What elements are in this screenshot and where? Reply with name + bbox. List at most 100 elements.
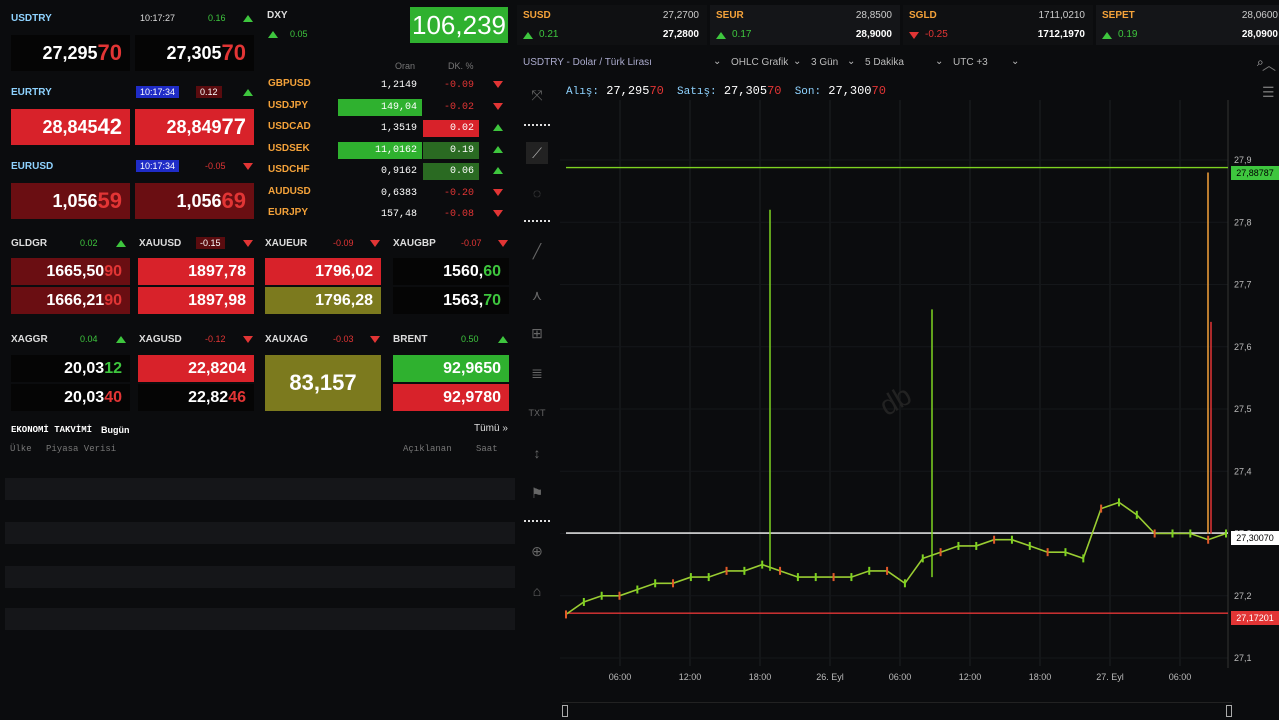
gldgr-label[interactable]: GLDGR [11, 238, 47, 249]
xauusd-change: -0.15 [196, 237, 225, 249]
grid-tool-icon[interactable]: ⊞ [526, 322, 548, 344]
top-quote-sgld[interactable]: SGLD 1711,0210 -0.25 1712,1970 [903, 5, 1093, 45]
menu-icon[interactable]: ☰ [1262, 84, 1275, 101]
gldgr-bid[interactable]: 1665,50 90 [11, 258, 130, 285]
xaugbp-label[interactable]: XAUGBP [393, 238, 436, 249]
scroll-handle-left[interactable] [562, 705, 568, 717]
xaueur-ask[interactable]: 1796,28 [265, 287, 381, 314]
quote-name: SEUR [716, 10, 744, 21]
calendar-all-link[interactable]: Tümü » [474, 423, 508, 434]
usdtry-bid[interactable]: 27,295 70 [11, 35, 130, 71]
fx-row-gbpusd[interactable]: GBPUSD 1,2149 -0.09 [265, 74, 511, 95]
scroll-up-icon[interactable]: ︿ [1262, 55, 1276, 75]
folder-icon[interactable]: ⌂ [526, 580, 548, 602]
xaueur-label[interactable]: XAUEUR [265, 238, 307, 249]
interval-select[interactable]: 5 Dakika [865, 57, 904, 68]
eurtry-ask[interactable]: 28,849 77 [135, 109, 254, 145]
flag-tool-icon[interactable]: ⚑ [526, 482, 548, 504]
eurusd-label[interactable]: EURUSD [11, 161, 53, 172]
xaugbp-bid[interactable]: 1560, 60 [393, 258, 509, 285]
scroll-handle-right[interactable] [1226, 705, 1232, 717]
xaugbp-ask[interactable]: 1563, 70 [393, 287, 509, 314]
chevron-down-icon[interactable]: ⌄ [793, 56, 801, 67]
y-tick-label: 27,8 [1234, 217, 1252, 227]
up-arrow-icon [243, 15, 253, 22]
x-tick-label: 18:00 [1029, 672, 1052, 682]
xaggr-ask[interactable]: 20,03 40 [11, 384, 130, 411]
chart-scrollbar[interactable] [562, 702, 1232, 718]
usdtry-label[interactable]: USDTRY [11, 13, 52, 24]
text-tool-icon[interactable]: TXT [526, 402, 548, 424]
chevron-down-icon[interactable]: ⌄ [935, 56, 943, 67]
fx-rate: 1,3519 [380, 123, 417, 134]
gldgr-bid-tail: 90 [104, 262, 122, 280]
top-quote-susd[interactable]: SUSD 27,2700 0.21 27,2800 [517, 5, 707, 45]
eurtry-time: 10:17:34 [136, 86, 180, 98]
symbol-select[interactable]: USDTRY - Dolar / Türk Lirası [523, 57, 652, 68]
brent-bid[interactable]: 92,9650 [393, 355, 509, 382]
eurusd-bid-main: 1,056 [52, 190, 98, 211]
xauxag-label[interactable]: XAUXAG [265, 334, 308, 345]
fx-rate: 149,04 [338, 98, 422, 116]
dxy-change: 0.05 [290, 29, 308, 39]
eurtry-change: 0.12 [196, 86, 222, 98]
fx-change: 0.06 [423, 163, 479, 180]
xauusd-label[interactable]: XAUUSD [139, 238, 181, 249]
chart-type-select[interactable]: OHLC Grafik [731, 57, 788, 68]
fx-row-usdjpy[interactable]: USDJPY 149,04 -0.02 [265, 96, 511, 117]
fx-row-audusd[interactable]: AUDUSD 0,6383 -0.20 [265, 182, 511, 203]
top-quote-sepet[interactable]: SEPET 28,0600 0.19 28,0900 [1096, 5, 1279, 45]
xaueur-bid[interactable]: 1796,02 [265, 258, 381, 285]
fx-row-eurjpy[interactable]: EURJPY 157,48 -0.08 [265, 203, 511, 224]
eurusd-ask[interactable]: 1,056 69 [135, 183, 254, 219]
eurusd-bid-tail: 59 [97, 188, 122, 213]
dxy-value[interactable]: 106,239 [410, 7, 508, 43]
xaggr-label[interactable]: XAGGR [11, 334, 48, 345]
chevron-down-icon[interactable]: ⌄ [847, 56, 855, 67]
chart-toolbar: USDTRY - Dolar / Türk Lirası ⌄ OHLC Graf… [517, 50, 1279, 76]
y-tick-label: 27,7 [1234, 280, 1252, 290]
dxy-label[interactable]: DXY [267, 10, 288, 21]
top-quote-seur[interactable]: SEUR 28,8500 0.17 28,9000 [710, 5, 900, 45]
usdtry-ask[interactable]: 27,305 70 [135, 35, 254, 71]
timezone-select[interactable]: UTC +3 [953, 57, 988, 68]
fib-tool-icon[interactable]: ≣ [526, 362, 548, 384]
fx-rate: 0,9162 [380, 166, 417, 177]
fx-row-usdcad[interactable]: USDCAD 1,3519 0.02 [265, 117, 511, 138]
price-chart[interactable]: 06:00 12:00 18:00 26. Eyl 06:00 12:00 18:00 27.… [560, 100, 1279, 720]
crosshair-icon[interactable]: ⤧ [526, 84, 548, 106]
xauxag-value[interactable]: 83,157 [265, 355, 381, 411]
xagusd-bid[interactable]: 22,8204 [138, 355, 254, 382]
quote-change: -0.25 [925, 29, 948, 40]
divider [524, 220, 550, 222]
y-tick-label: 27,1 [1234, 653, 1252, 663]
y-tick-label: 27,6 [1234, 342, 1252, 352]
chevron-down-icon[interactable]: ⌄ [713, 56, 721, 67]
fx-name: AUDUSD [268, 185, 311, 197]
fx-change: 0.02 [423, 120, 479, 137]
gldgr-ask[interactable]: 1666,21 90 [11, 287, 130, 314]
fork-tool-icon[interactable]: ⋏ [526, 284, 548, 306]
xauusd-bid[interactable]: 1897,78 [138, 258, 254, 285]
xaggr-bid[interactable]: 20,03 12 [11, 355, 130, 382]
brent-label[interactable]: BRENT [393, 334, 427, 345]
zoom-icon[interactable]: ⊕ [526, 540, 548, 562]
hide-icon[interactable]: ◌ [526, 182, 548, 204]
measure-tool-icon[interactable]: ↕ [526, 442, 548, 464]
calendar-col-time: Saat [476, 444, 498, 454]
xagusd-ask[interactable]: 22,82 46 [138, 384, 254, 411]
fx-row-usdchf[interactable]: USDCHF 0,9162 0.06 [265, 160, 511, 181]
eurtry-label[interactable]: EURTRY [11, 87, 52, 98]
trend-icon[interactable]: ⟋ [526, 142, 548, 164]
fx-row-usdsek[interactable]: USDSEK 11,0162 0.19 [265, 139, 511, 160]
chevron-down-icon[interactable]: ⌄ [1011, 56, 1019, 67]
eurtry-bid[interactable]: 28,845 42 [11, 109, 130, 145]
brent-ask[interactable]: 92,9780 [393, 384, 509, 411]
line-tool-icon[interactable]: ╱ [526, 240, 548, 262]
xagusd-label[interactable]: XAGUSD [139, 334, 182, 345]
period-select[interactable]: 3 Gün [811, 57, 838, 68]
quote-ask: 28,9000 [855, 29, 892, 40]
divider [524, 124, 550, 126]
xauusd-ask[interactable]: 1897,98 [138, 287, 254, 314]
eurusd-bid[interactable]: 1,056 59 [11, 183, 130, 219]
